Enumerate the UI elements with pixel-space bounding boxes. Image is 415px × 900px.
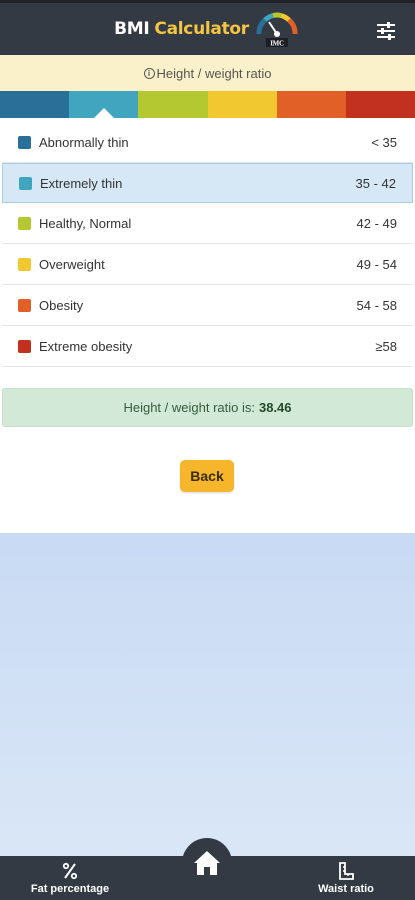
category-swatch xyxy=(18,135,31,149)
category-range: ≥58 xyxy=(375,338,397,354)
category-label: Extreme obesity xyxy=(39,338,133,354)
category-swatch xyxy=(18,216,31,230)
home-icon xyxy=(194,851,220,875)
category-swatch xyxy=(18,298,31,312)
info-icon[interactable]: i xyxy=(143,67,155,79)
nav-waist-ratio-label: Waist ratio xyxy=(318,883,374,895)
category-label: Healthy, Normal xyxy=(39,215,132,231)
category-swatch xyxy=(18,257,31,271)
category-swatch xyxy=(18,339,31,353)
category-range: 49 - 54 xyxy=(356,256,397,272)
category-card: Abnormally thin < 35 Extremely thin 35 - 42… xyxy=(0,118,415,533)
scale-segment xyxy=(69,91,139,119)
category-row[interactable]: Abnormally thin < 35 xyxy=(2,122,413,163)
category-label: Overweight xyxy=(39,256,105,272)
back-button[interactable]: Back xyxy=(180,460,234,492)
category-range: 42 - 49 xyxy=(356,215,397,231)
category-row[interactable]: Extreme obesity ≥58 xyxy=(2,326,413,367)
scale-segment xyxy=(345,91,415,118)
category-range: 35 - 42 xyxy=(355,175,396,191)
app-title-bmi: BMI xyxy=(114,19,150,39)
category-row[interactable]: Overweight 49 - 54 xyxy=(2,244,413,285)
category-range: < 35 xyxy=(371,134,397,150)
app-title: BMI Calculator IMC xyxy=(114,10,301,48)
nav-waist-ratio[interactable]: Waist ratio xyxy=(286,862,406,895)
app-title-calculator: Calculator xyxy=(154,19,249,39)
scale-segment xyxy=(207,91,277,118)
subheader-text: Height / weight ratio xyxy=(156,65,272,81)
category-row[interactable]: Obesity 54 - 58 xyxy=(2,285,413,326)
percent-icon xyxy=(62,862,78,880)
gauge-logo-icon: IMC xyxy=(256,12,298,48)
nav-fat-percentage[interactable]: Fat percentage xyxy=(10,862,130,895)
scale-segment xyxy=(138,91,208,118)
ratio-subheader: i Height / weight ratio xyxy=(0,55,415,91)
app-header: BMI Calculator IMC xyxy=(0,0,415,55)
ratio-color-scale xyxy=(0,91,415,119)
result-label: Height / weight ratio is: xyxy=(123,400,255,415)
category-row[interactable]: Healthy, Normal 42 - 49 xyxy=(2,203,413,244)
category-label: Abnormally thin xyxy=(39,134,129,150)
home-button[interactable] xyxy=(182,838,232,888)
category-row[interactable]: Extremely thin 35 - 42 xyxy=(2,163,413,203)
sliders-menu-icon[interactable] xyxy=(375,20,397,42)
scale-segment xyxy=(276,91,346,118)
logo-text: IMC xyxy=(270,40,284,48)
nav-fat-percentage-label: Fat percentage xyxy=(30,883,110,895)
category-range: 54 - 58 xyxy=(356,297,397,313)
result-value: 38.46 xyxy=(258,400,292,415)
result-banner: Height / weight ratio is: 38.46 xyxy=(2,388,413,427)
scale-segment xyxy=(0,91,70,118)
ruler-icon xyxy=(339,862,354,880)
category-label: Obesity xyxy=(39,297,84,313)
category-swatch xyxy=(19,176,32,190)
category-list: Abnormally thin < 35 Extremely thin 35 - 42… xyxy=(0,118,415,367)
category-label: Extremely thin xyxy=(40,175,123,191)
